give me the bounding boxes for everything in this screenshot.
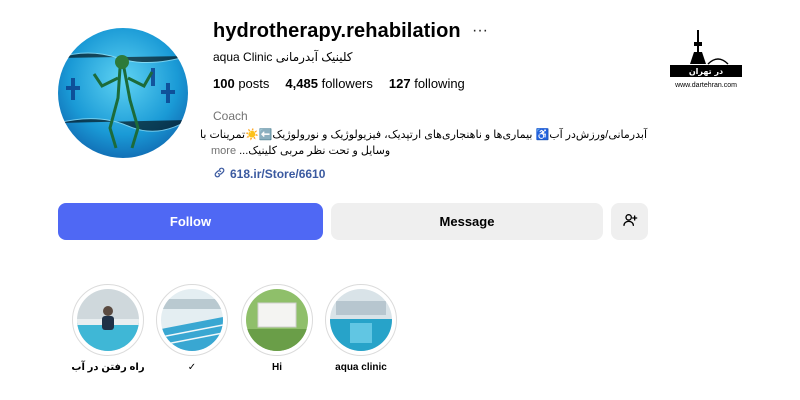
profile-category: Coach xyxy=(213,109,248,123)
posts-stat[interactable]: 100 posts xyxy=(213,76,269,91)
bio-line-2: وسایل و تحت نظر مربی کلینیک... more xyxy=(211,144,647,160)
watermark-url: www.dartehran.com xyxy=(675,82,737,89)
profile-link-text: 618.ir/Store/6610 xyxy=(230,167,326,181)
posts-label: posts xyxy=(238,76,270,91)
following-stat[interactable]: 127 following xyxy=(389,76,465,91)
highlight-item[interactable]: Hi xyxy=(240,284,314,373)
more-options-icon[interactable]: ··· xyxy=(472,22,488,40)
highlight-label: aqua clinic xyxy=(335,362,387,373)
highlight-image xyxy=(330,289,392,351)
profile-stats: 100 posts 4,485 followers 127 following xyxy=(213,76,481,91)
profile-link[interactable]: 618.ir/Store/6610 xyxy=(213,166,325,182)
highlight-item[interactable]: راه رفتن در آب xyxy=(71,284,145,373)
profile-full-name: aqua Clinic کلینیک آبدرمانی xyxy=(213,50,353,64)
highlight-ring xyxy=(241,284,313,356)
highlight-ring xyxy=(72,284,144,356)
svg-text:در تهران: در تهران xyxy=(689,67,723,76)
bio-line-1: آبدرمانی/ورزش‌در آب♿️ بیماری‌ها و ناهنجا… xyxy=(199,129,647,141)
following-count: 127 xyxy=(388,76,411,91)
following-label: following xyxy=(414,76,465,91)
highlight-image xyxy=(161,289,223,351)
highlight-item[interactable]: aqua clinic xyxy=(324,284,398,373)
bio-line-2-text: وسایل و تحت نظر مربی کلینیک... xyxy=(239,144,391,157)
link-icon xyxy=(213,166,226,182)
followers-stat[interactable]: 4,485 followers xyxy=(285,76,372,91)
bio-more-link[interactable]: more xyxy=(211,145,236,157)
person-add-icon xyxy=(622,212,638,231)
follow-button[interactable]: Follow xyxy=(58,203,323,240)
highlight-image xyxy=(246,289,308,351)
highlight-image xyxy=(77,289,139,351)
highlight-label: راه رفتن در آب xyxy=(71,362,145,373)
profile-bio: آبدرمانی/ورزش‌در آب♿️ بیماری‌ها و ناهنجا… xyxy=(199,128,647,160)
highlight-ring xyxy=(156,284,228,356)
highlight-item[interactable]: ✓ xyxy=(155,284,229,373)
avatar-image xyxy=(58,28,188,158)
highlight-ring xyxy=(325,284,397,356)
highlight-label: ✓ xyxy=(187,362,197,373)
highlight-label: Hi xyxy=(272,362,282,373)
profile-avatar[interactable] xyxy=(58,28,188,158)
followers-count: 4,485 xyxy=(285,76,318,91)
posts-count: 100 xyxy=(213,76,235,91)
profile-username: hydrotherapy.rehabilation xyxy=(213,20,461,42)
message-button[interactable]: Message xyxy=(331,203,603,240)
suggest-users-button[interactable] xyxy=(611,203,648,240)
followers-label: followers xyxy=(321,76,373,91)
